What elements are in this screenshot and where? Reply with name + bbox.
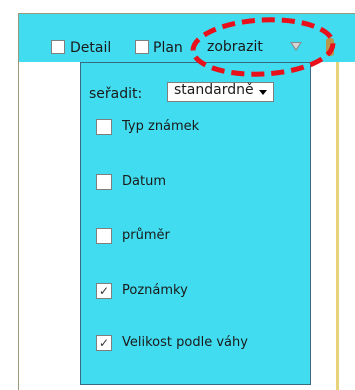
option-label-velikost: Velikost podle váhy bbox=[122, 335, 248, 350]
detail-checkbox[interactable] bbox=[51, 40, 65, 54]
checkmark-icon: ✓ bbox=[98, 284, 110, 298]
sort-select-value: standardně bbox=[174, 82, 254, 98]
toolbar-extra-icon[interactable] bbox=[326, 38, 334, 56]
option-checkbox-datum[interactable] bbox=[96, 174, 112, 190]
plan-checkbox[interactable] bbox=[135, 40, 149, 54]
checkmark-icon: ✓ bbox=[98, 336, 110, 350]
sort-select[interactable]: standardně bbox=[167, 82, 274, 102]
right-border bbox=[336, 62, 355, 390]
option-checkbox-typ-znamek[interactable] bbox=[96, 119, 112, 135]
option-label-prumer: průměr bbox=[122, 228, 170, 243]
show-menu-button[interactable]: zobrazit bbox=[207, 38, 263, 56]
option-label-datum: Datum bbox=[122, 174, 166, 189]
chevron-down-icon bbox=[259, 90, 267, 95]
option-checkbox-velikost[interactable]: ✓ bbox=[96, 335, 112, 351]
top-strip bbox=[19, 14, 355, 34]
detail-label: Detail bbox=[70, 40, 112, 56]
triangle-down-icon[interactable] bbox=[290, 42, 302, 51]
plan-label: Plan bbox=[153, 40, 183, 56]
option-label-poznamky: Poznámky bbox=[122, 283, 188, 298]
sort-label: seřadit: bbox=[89, 86, 143, 102]
option-checkbox-prumer[interactable] bbox=[96, 228, 112, 244]
option-checkbox-poznamky[interactable]: ✓ bbox=[96, 283, 112, 299]
option-label-typ-znamek: Typ známek bbox=[122, 119, 200, 134]
